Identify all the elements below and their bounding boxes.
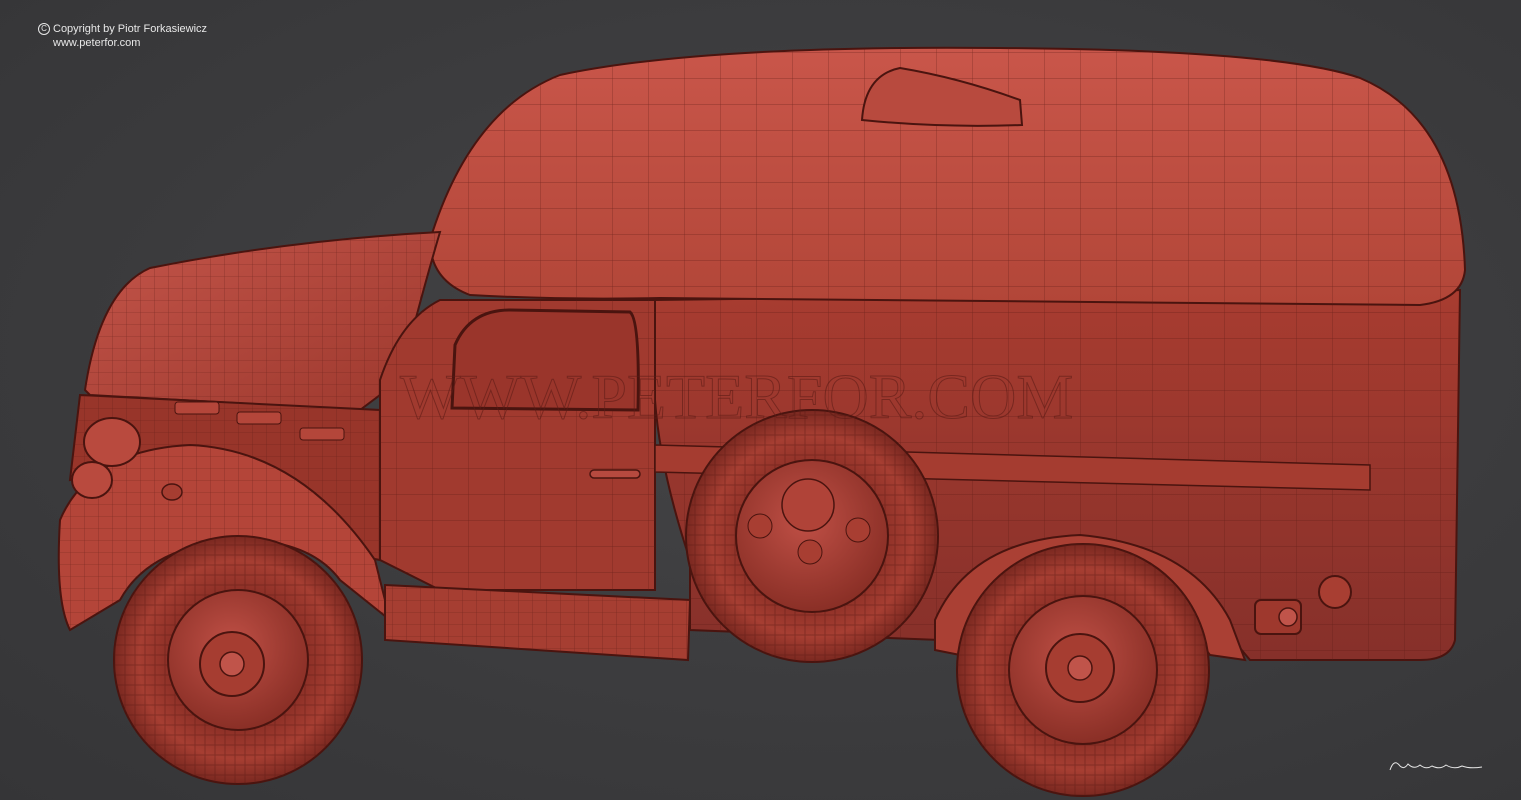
watermark-overlay: WWW.PETERFOR.COM: [400, 361, 1073, 432]
rear-reflector: [1318, 575, 1352, 609]
middle-wheel: [685, 409, 939, 663]
signature: [1389, 762, 1483, 771]
render-viewport: C Copyright by Piotr Forkasiewicz www.pe…: [0, 0, 1521, 800]
headlight-lower: [71, 461, 113, 499]
vehicle-render: WWW.PETERFOR.COM: [57, 46, 1467, 797]
front-wheel: [113, 535, 363, 785]
headlight-upper: [83, 417, 141, 467]
rear-wheel: [956, 543, 1210, 797]
door-handle: [589, 469, 641, 479]
